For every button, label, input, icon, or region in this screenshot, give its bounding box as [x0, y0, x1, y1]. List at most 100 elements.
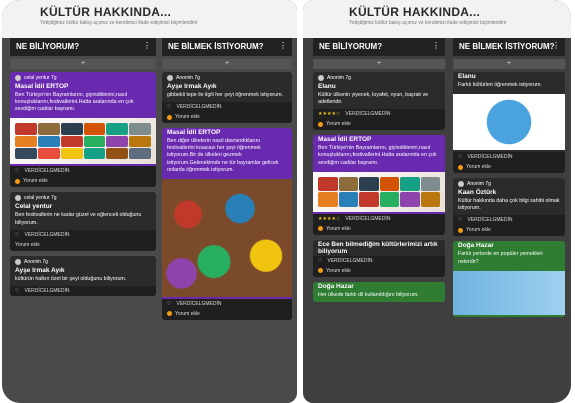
comment-icon [458, 227, 463, 233]
post-title: Ayşe Irmak Ayık [15, 266, 65, 274]
post-card[interactable]: celal yentur 7g Celal yentur Ben festiva… [10, 192, 156, 251]
post-card[interactable]: Masal İdil ERTOP Ben diğer ülkelerin nas… [162, 128, 292, 320]
avatar [458, 181, 464, 188]
post-card[interactable]: Anonim 7g Elanu Kültür ülkenin yiyecek, … [313, 72, 445, 131]
post-card[interactable]: Anonim 7g Ayşe Irmak Ayık kültürün halkı… [10, 255, 156, 296]
comment-icon [167, 114, 172, 120]
column-header[interactable]: NE BİLMEK İSTİYORUM? ⋮ [453, 38, 565, 56]
column-ne-bilmek-istiyorum: NE BİLMEK İSTİYORUM? ⋮ + Elanu Farklı kül… [453, 38, 565, 403]
post-title: Masal İdil ERTOP [318, 136, 372, 144]
add-post-button[interactable]: + [453, 59, 565, 69]
post-title: Elanu [458, 73, 476, 80]
post-title: Doğa Hazar [318, 282, 354, 290]
post-body: gibbekli tepe ile ilgili her şeyi öğrenm… [167, 92, 283, 98]
post-card[interactable]: Anonim 7g Kaan Öztürk Kültür hakkında da… [453, 178, 565, 237]
post-reactions[interactable]: ♡ VERDİCELGMEDİN [10, 229, 156, 240]
post-body: Kültür ülkenin yiyecek, kıyafet, oyun, b… [318, 92, 429, 106]
post-body: Ben diğer ülkelerin nasıl davrandıkların… [167, 138, 279, 173]
heart-icon[interactable]: ♡ [15, 232, 19, 238]
comment-button[interactable]: Yorum ekle [10, 239, 156, 251]
more-icon[interactable]: ⋮ [143, 41, 151, 50]
column-header[interactable]: NE BİLİYORUM? ⋮ [10, 38, 156, 56]
add-post-button[interactable]: + [313, 59, 445, 69]
heart-icon[interactable]: ♡ [458, 154, 462, 160]
more-icon[interactable]: ⋮ [279, 41, 287, 50]
add-post-button[interactable]: + [10, 59, 156, 69]
more-icon[interactable]: ⋮ [432, 41, 440, 50]
post-author: Anonim 7g [162, 72, 292, 82]
comment-button[interactable]: Yorum ekle [453, 162, 565, 174]
comment-button[interactable]: Yorum ekle [453, 225, 565, 237]
post-body: Farklı kültürleri öğrenmek istiyorum. [458, 82, 542, 88]
column-ne-biliyorum: NE BİLİYORUM? ⋮ + celal yentur 7g Masal İ… [10, 38, 156, 403]
comment-button[interactable]: Yorum ekle [313, 265, 445, 277]
heart-icon[interactable]: ♡ [167, 104, 171, 110]
comment-icon [318, 226, 323, 232]
post-title: Masal İdil ERTOP [15, 83, 69, 90]
left-padlet-panel: KÜLTÜR HAKKINDA... Yetiştiğimiz kültür b… [2, 0, 297, 403]
post-card[interactable]: Masal İdil ERTOP Ben Türkiye'nin Bayraml… [313, 135, 445, 235]
post-body: Ben festivallerin ne kadar güzel ve eğle… [15, 212, 142, 226]
star-rating-icon[interactable]: ★★★★☆ [318, 216, 340, 222]
comment-button[interactable]: Yorum ekle [162, 308, 292, 320]
avatar [15, 195, 21, 202]
comment-button[interactable]: Yorum ekle [10, 176, 156, 188]
column-ne-biliyorum: NE BİLİYORUM? ⋮ + Anonim 7g Elanu Kültür … [313, 38, 445, 403]
avatar [15, 75, 21, 81]
post-reactions[interactable]: ♡ VERDİCELGMEDİN [313, 255, 445, 266]
post-reactions[interactable]: ♡ VERDİCELGMEDİN [162, 298, 292, 309]
post-card[interactable]: Anonim 7g Ayşe Irmak Ayık gibbekli tepe … [162, 72, 292, 124]
post-title: Doğa Hazar [458, 242, 494, 250]
post-reactions[interactable]: ★★★★☆ VERDİCELGMEDİN [313, 213, 445, 224]
post-card[interactable]: Doğa Hazar Her ülkede farklı dil kullanı… [313, 281, 445, 302]
add-post-button[interactable]: + [162, 59, 292, 69]
post-reactions[interactable]: ♡ VERDİCELGMEDİN [10, 285, 156, 296]
comment-button[interactable]: Yorum ekle [313, 223, 445, 235]
post-body: Kültür hakkında daha çok bilgi sahibi ol… [458, 198, 560, 212]
post-reactions[interactable]: ♡ VERDİCELGMEDİN [453, 215, 565, 226]
post-body: kültürün halkın özel bir şeyi olduğunu b… [15, 275, 127, 282]
comment-icon [318, 121, 323, 127]
page-title: KÜLTÜR HAKKINDA... [40, 5, 172, 19]
post-title: Masal İdil ERTOP [167, 129, 221, 137]
page-subtitle: Yetiştiğimiz kültür bakış açımız ve kend… [349, 20, 507, 26]
post-reactions[interactable]: ♡ VERDİCELGMEDİN [10, 166, 156, 177]
culture-mosaic-image [10, 118, 156, 164]
screenshot-frame: KÜLTÜR HAKKINDA... Yetiştiğimiz kültür b… [0, 0, 575, 403]
heart-icon[interactable]: ♡ [15, 288, 19, 294]
post-author: celal yentur 7g [10, 72, 156, 82]
star-rating-icon[interactable]: ★★★★☆ [318, 111, 340, 117]
right-header: KÜLTÜR HAKKINDA... Yetiştiğimiz kültür b… [303, 0, 571, 38]
comment-icon [318, 268, 323, 274]
heart-icon[interactable]: ♡ [318, 258, 322, 264]
heart-icon[interactable]: ♡ [167, 301, 171, 307]
avatar [15, 258, 21, 265]
avatar [318, 75, 324, 81]
post-card[interactable]: celal yentur 7g Masal İdil ERTOP Ben Tür… [10, 72, 156, 188]
comment-button[interactable]: Yorum ekle [162, 112, 292, 124]
comment-icon [167, 311, 172, 317]
post-author: Anonim 7g [313, 72, 445, 82]
post-reactions[interactable]: ♡ VERDİCELGMEDİN [453, 152, 565, 163]
post-body: Ben Türkiye'nin Bayramlarını, giyindikle… [318, 145, 437, 166]
page-title: KÜLTÜR HAKKINDA... [349, 5, 481, 19]
post-image [313, 171, 445, 212]
post-reactions[interactable]: ♡ VERDİCELGMEDİN [162, 102, 292, 113]
heart-icon[interactable]: ♡ [15, 168, 19, 174]
post-author: Anonim 7g [10, 256, 156, 266]
column-ne-bilmek-istiyorum: NE BİLMEK İSTİYORUM? ⋮ + Anonim 7g Ayşe I… [162, 38, 292, 403]
post-author: Anonim 7g [453, 178, 565, 188]
column-header[interactable]: NE BİLMEK İSTİYORUM? ⋮ [162, 38, 292, 56]
post-card[interactable]: Elanu Farklı kültürleri öğrenmek istiyor… [453, 72, 565, 174]
world-map-image [453, 270, 565, 315]
post-card[interactable]: Doğa Hazar Farklı yerlerde en popüler ye… [453, 241, 565, 317]
post-title: Ayşe Irmak Ayık [167, 83, 217, 90]
comment-icon [458, 164, 463, 170]
column-header[interactable]: NE BİLİYORUM? ⋮ [313, 38, 445, 56]
post-card[interactable]: Ece Ben bilmediğim kültürlerimizi artık … [313, 239, 445, 277]
heart-icon[interactable]: ♡ [458, 217, 462, 223]
more-icon[interactable]: ⋮ [552, 41, 560, 50]
post-reactions[interactable]: ★★★★☆ VERDİCELGMEDİN [313, 109, 445, 120]
post-body: Farklı yerlerde en popüler yemekleri nel… [458, 251, 543, 265]
comment-button[interactable]: Yorum ekle [313, 119, 445, 131]
